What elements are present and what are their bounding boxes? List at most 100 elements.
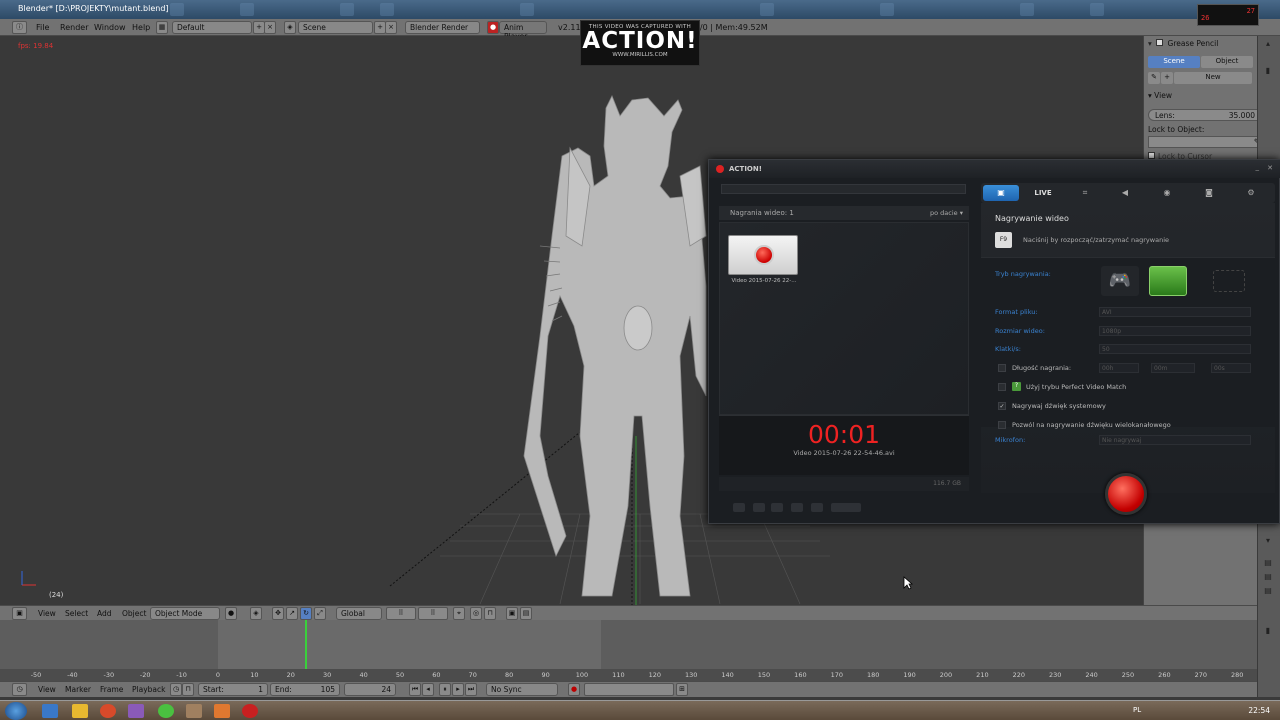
menu-marker[interactable]: Marker [65,685,91,694]
menu-add[interactable]: Add [97,609,112,618]
share-icon[interactable] [791,503,803,512]
viewport-shading-icon[interactable]: ● [225,607,237,620]
timeline-ruler[interactable]: -50 -40 -30 -20 -10 0 10 20 30 40 50 60 70 80 90 100 110… [0,669,1257,681]
object-mode-selector[interactable]: Object Mode [150,607,220,620]
translate-icon[interactable]: ↗ [286,607,298,620]
tab-settings-gear-icon[interactable]: ⚙ [1233,185,1269,201]
region-icon[interactable]: ▤ [1262,572,1274,582]
fps-select[interactable]: 50 [1099,344,1251,354]
tab-object[interactable]: Object [1201,56,1253,68]
magnet-icon[interactable]: ⊓ [484,607,496,620]
editor-type-icon[interactable]: ▣ [12,607,27,620]
record-button[interactable] [1105,473,1147,515]
grease-pencil-checkbox[interactable] [1156,39,1164,46]
render-engine-selector[interactable]: Blender Render [405,21,480,34]
chrome-icon[interactable] [158,704,174,718]
tab-live[interactable]: LIVE [1025,185,1061,201]
end-frame-field[interactable]: End: 105 [270,683,340,696]
lock-cursor-checkbox[interactable] [1148,152,1155,159]
scrollbar-handle[interactable]: ▮ [1262,626,1274,636]
facebook-icon[interactable] [811,503,823,512]
tab-scene[interactable]: Scene [1148,56,1200,68]
snap-icon[interactable]: ⌖ [453,607,465,620]
length-checkbox[interactable] [998,364,1006,372]
anim-player-button[interactable]: Anim Player [499,21,547,41]
length-hours[interactable]: 00h [1099,363,1139,373]
explorer-icon[interactable] [72,704,88,718]
taskbar-app-icon[interactable] [186,704,202,718]
close-icon[interactable]: ✕ [1267,164,1273,172]
tab-screenshot-icon[interactable]: ◙ [1191,185,1227,201]
view-section-header[interactable]: ▾ View [1148,91,1264,100]
menu-view[interactable]: View [38,685,56,694]
tab-audio-icon[interactable]: ◀ [1107,185,1143,201]
pause-icon[interactable]: ⏸ [439,683,451,696]
pivot-icon[interactable]: ◈ [250,607,262,620]
start-button-icon[interactable] [5,702,27,720]
sort-dropdown[interactable]: po dacie ▾ [930,209,963,217]
size-select[interactable]: 1080p [1099,326,1251,336]
desktop-mode-icon[interactable] [1149,266,1187,296]
scene-remove-icon[interactable]: × [385,21,397,34]
anim-player-icon[interactable]: ● [487,21,499,34]
keyframe-insert-icon[interactable]: ⊞ [676,683,688,696]
scroll-handle[interactable]: ▮ [1262,66,1274,76]
next-key-icon[interactable]: ▸ [452,683,464,696]
layers-grid-icon[interactable]: ⠿ [386,607,416,620]
menu-playback[interactable]: Playback [132,685,165,694]
system-audio-checkbox[interactable]: ✓ [998,402,1006,410]
menu-select[interactable]: Select [65,609,88,618]
start-frame-field[interactable]: Start: 1 [198,683,268,696]
prev-key-icon[interactable]: ◂ [422,683,434,696]
lock-icon[interactable]: ⊓ [182,683,194,696]
delete-icon[interactable] [733,503,745,512]
lock-object-field[interactable]: ✎ [1148,136,1264,148]
jump-end-icon[interactable]: ⏭ [465,683,477,696]
length-minutes[interactable]: 00m [1151,363,1195,373]
menu-file[interactable]: File [36,23,49,32]
language-indicator[interactable]: PL [1133,706,1141,714]
transform-orientation-selector[interactable]: Global [336,607,382,620]
action-title-bar[interactable]: ACTION! ✕ _ [709,160,1280,178]
recording-thumbnail[interactable] [728,235,798,275]
menu-window[interactable]: Window [94,23,126,32]
action-app-icon[interactable] [242,704,258,718]
region-icon[interactable]: ▤ [1262,558,1274,568]
menu-help[interactable]: Help [132,23,150,32]
taskbar-app-icon[interactable] [42,704,58,718]
scroll-down-icon[interactable]: ▾ [1262,536,1274,546]
library-search-bar[interactable] [721,184,966,194]
youtube-icon[interactable] [831,503,861,512]
render-anim-icon[interactable]: ▤ [520,607,532,620]
record-icon[interactable]: ● [568,683,580,696]
region-icon[interactable]: ▤ [1262,586,1274,596]
sync-selector[interactable]: No Sync [486,683,558,696]
collapse-arrow-icon[interactable]: ▾ [1148,39,1152,48]
blender-icon[interactable] [214,704,230,718]
menu-object[interactable]: Object [122,609,146,618]
timeline-editor[interactable]: -50 -40 -30 -20 -10 0 10 20 30 40 50 60 70 80 90 100 110… [0,620,1257,681]
editor-type-icon[interactable]: ◷ [12,683,27,696]
scene-selector[interactable]: Scene [298,21,373,34]
new-button[interactable]: New [1174,72,1252,84]
layout-remove-icon[interactable]: × [264,21,276,34]
system-clock[interactable]: 22:54 [1248,706,1270,715]
pencil-icon[interactable]: ✎ [1148,72,1160,84]
length-seconds[interactable]: 00s [1211,363,1251,373]
manipulator-icon[interactable]: ✥ [272,607,284,620]
browser-icon[interactable] [100,704,116,718]
scroll-up-icon[interactable]: ▴ [1262,39,1274,49]
rotate-icon[interactable]: ↻ [300,607,312,620]
layout-grid-icon[interactable]: ▦ [156,21,168,34]
menu-view[interactable]: View [38,609,56,618]
minimize-icon[interactable]: _ [1256,163,1260,171]
region-mode-icon[interactable] [1213,270,1245,292]
taskbar-app-icon[interactable] [128,704,144,718]
render-still-icon[interactable]: ▣ [506,607,518,620]
help-icon[interactable]: ? [1012,382,1021,391]
scale-icon[interactable]: ⤢ [314,607,326,620]
menu-render[interactable]: Render [60,23,88,32]
play-icon[interactable] [753,503,765,512]
grease-pencil-row[interactable]: ▾ Grease Pencil [1148,39,1264,48]
proportional-edit-icon[interactable]: ◎ [470,607,482,620]
